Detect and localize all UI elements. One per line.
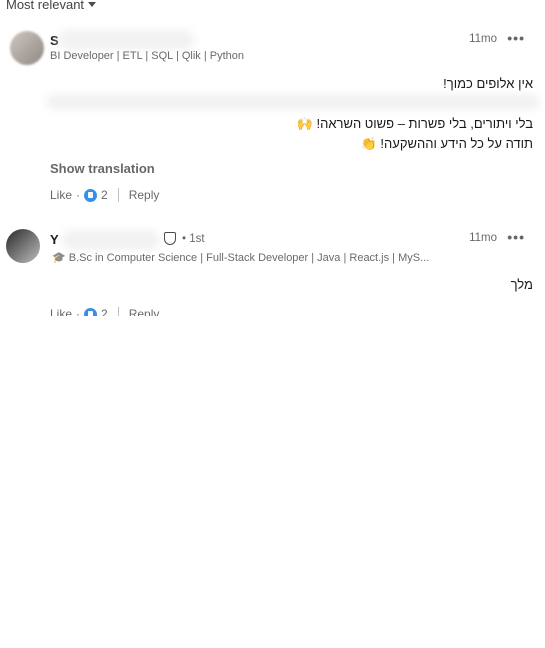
timestamp: 11mo bbox=[469, 232, 497, 244]
clipped-actions-container: Like · 2 Reply bbox=[0, 306, 545, 316]
more-options-icon[interactable]: ••• bbox=[507, 229, 525, 245]
comment-actions: Like · 2 Reply bbox=[50, 307, 159, 316]
like-count[interactable]: 2 bbox=[101, 307, 108, 316]
comment-line: מלך bbox=[510, 277, 533, 292]
divider bbox=[117, 307, 119, 316]
author-name[interactable]: Y bbox=[50, 232, 59, 247]
author-meta: • 1st bbox=[164, 232, 205, 245]
verified-shield-icon bbox=[164, 232, 176, 245]
avatar[interactable] bbox=[6, 229, 40, 263]
reply-button[interactable]: Reply bbox=[129, 307, 160, 316]
comment: Y • 1st 🎓 B.Sc in Computer Science | Ful… bbox=[0, 0, 545, 320]
author-headline: 🎓 B.Sc in Computer Science | Full-Stack … bbox=[52, 252, 430, 264]
dot-separator: · bbox=[76, 307, 81, 316]
like-button[interactable]: Like bbox=[50, 307, 72, 316]
redacted-name bbox=[62, 230, 160, 250]
like-reaction-icon[interactable] bbox=[84, 307, 98, 316]
connection-degree: • 1st bbox=[182, 232, 205, 245]
